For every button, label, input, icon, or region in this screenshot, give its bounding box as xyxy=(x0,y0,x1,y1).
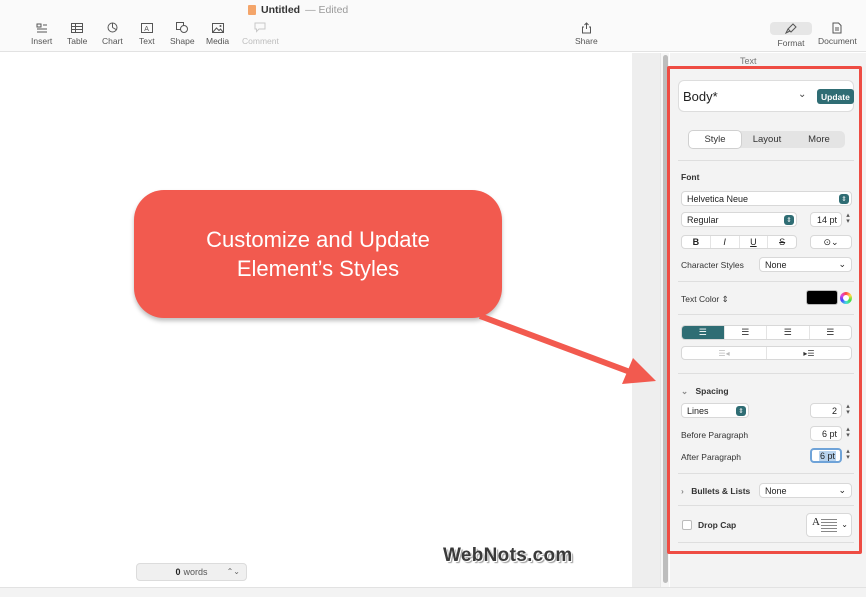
inspector-highlight-frame xyxy=(667,66,862,554)
watermark-logo: WebNots.com xyxy=(443,545,573,566)
word-count-label: words xyxy=(183,567,208,577)
word-count-value: 0 xyxy=(175,567,181,577)
word-count-chevron-icon: ⌃⌄ xyxy=(226,567,240,576)
inspector-panel-label: Text xyxy=(740,56,757,66)
word-count-control[interactable]: 0 words ⌃⌄ xyxy=(136,563,247,581)
